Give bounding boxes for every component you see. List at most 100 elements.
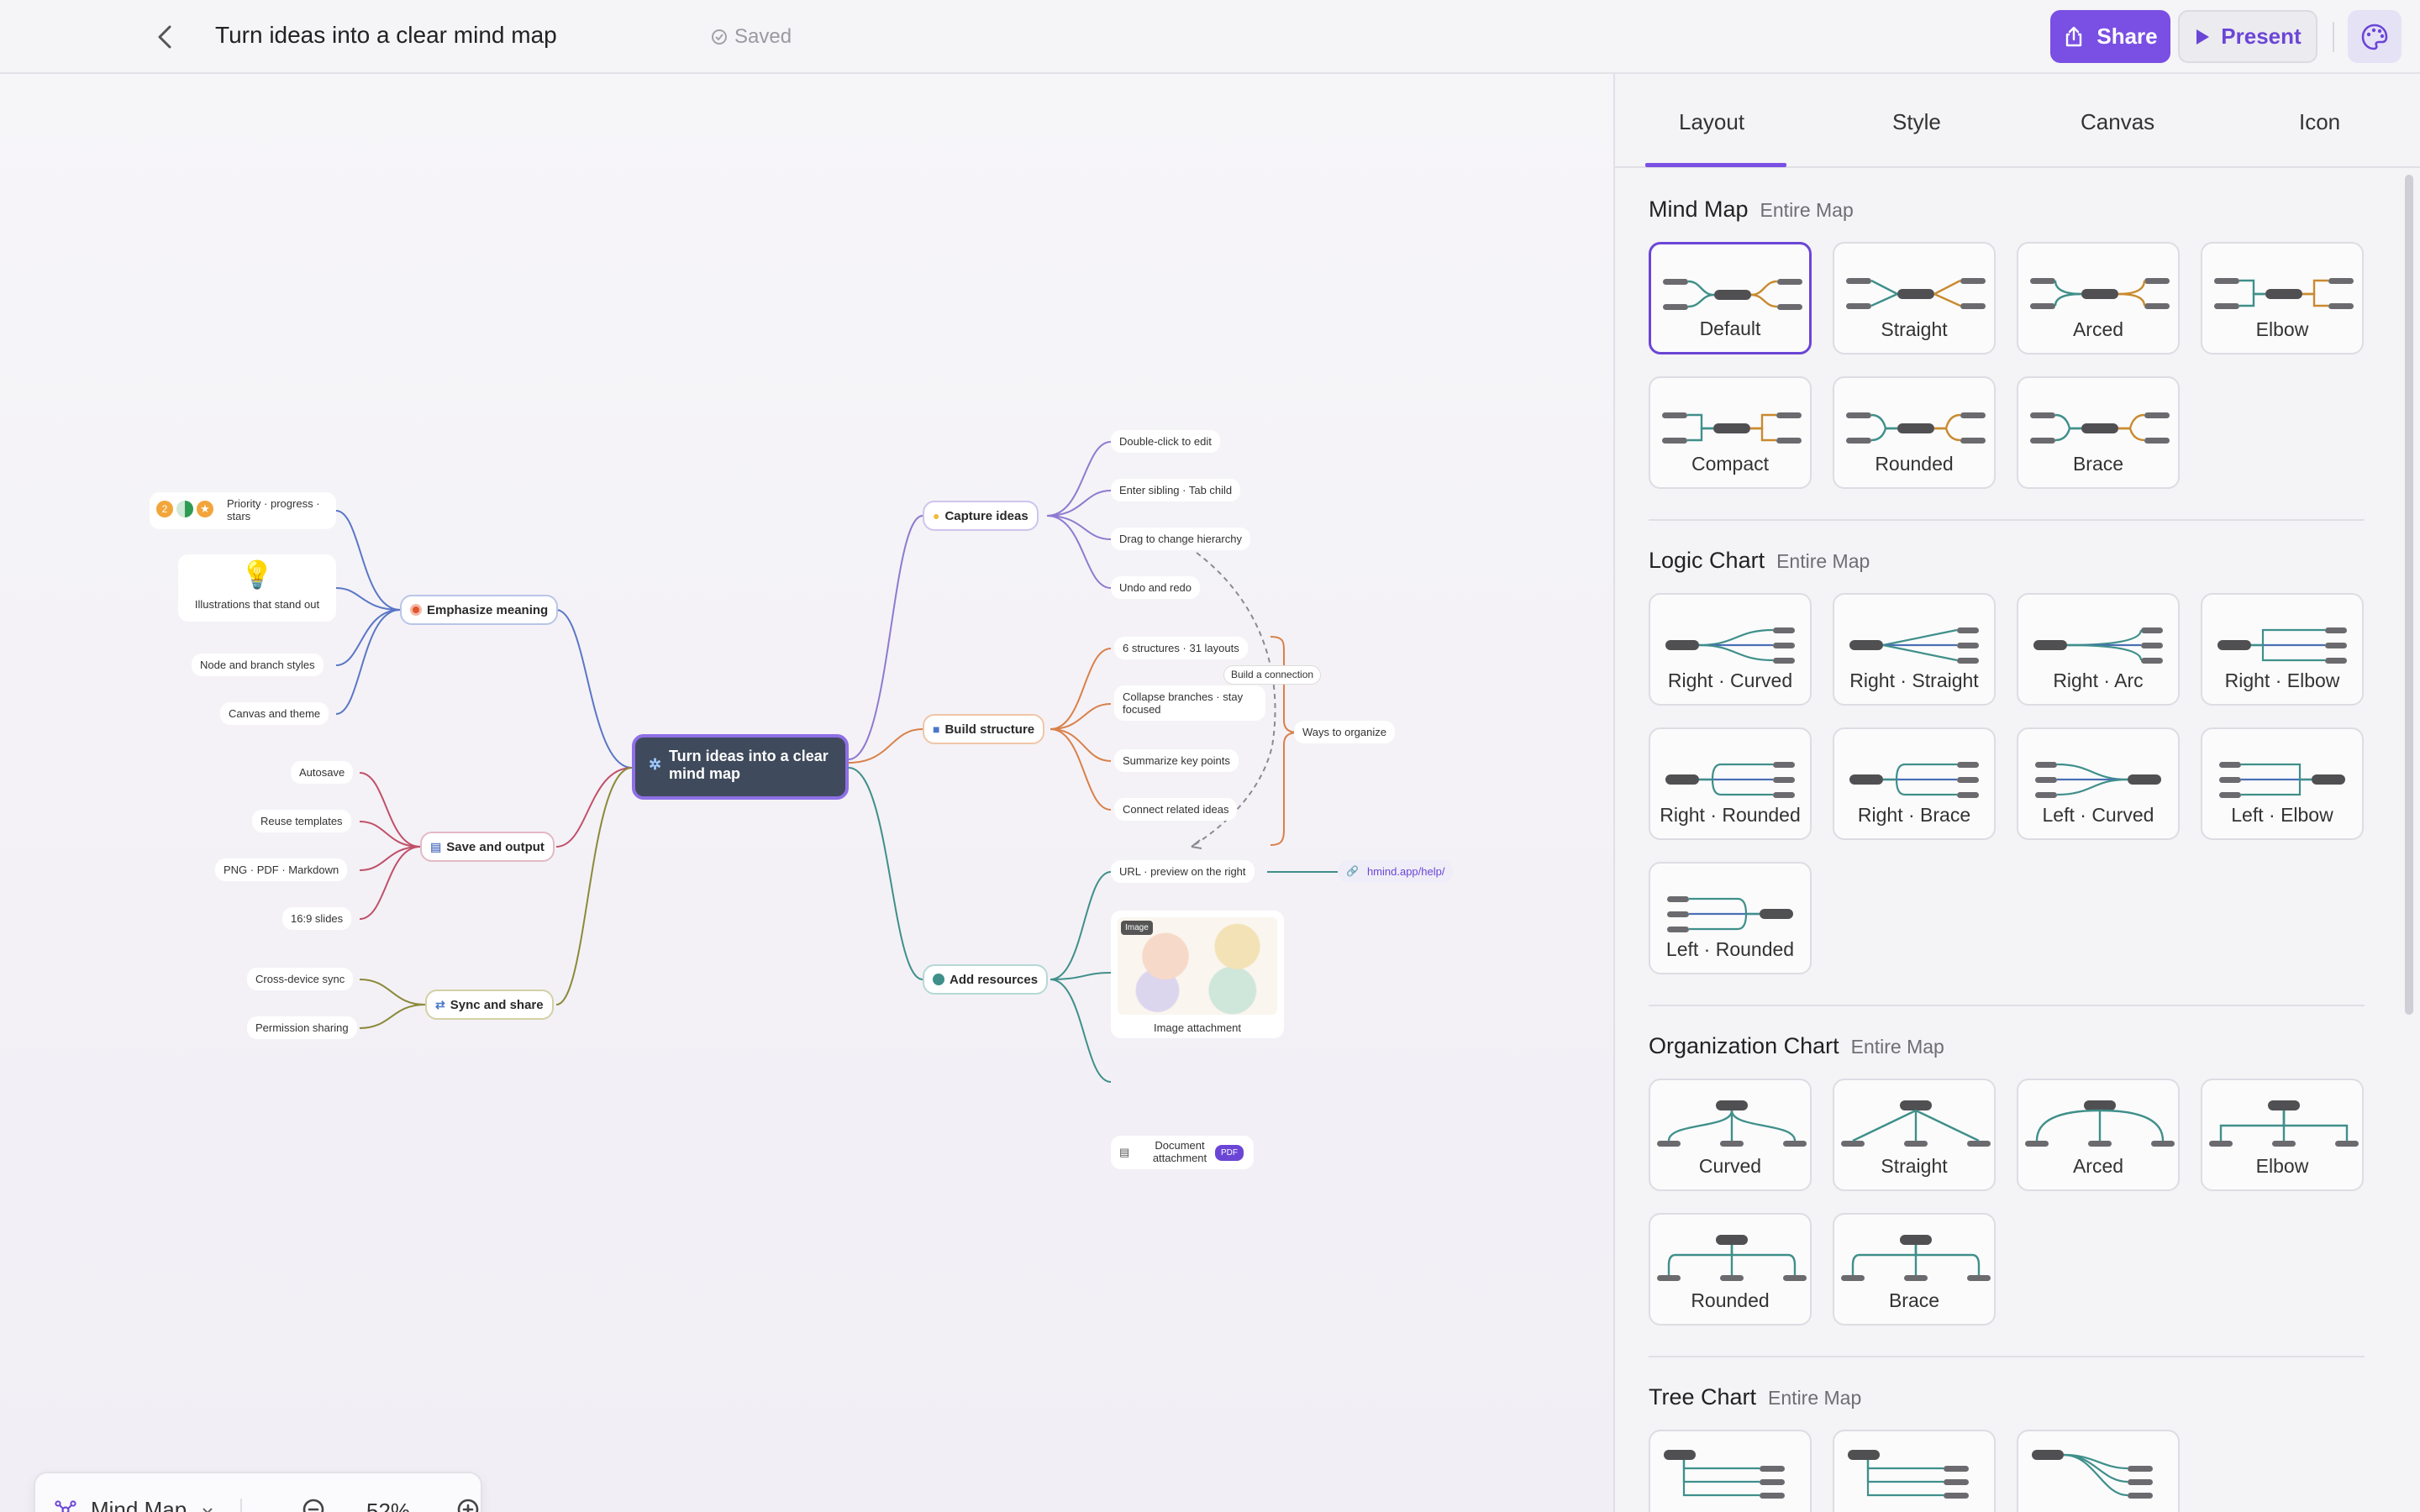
leaf-label: Image attachment [1153,1021,1242,1034]
mind-map-canvas[interactable]: ✲ Turn ideas into a clear mind map Empha… [0,74,1613,1512]
active-tab-indicator [1645,163,1786,167]
topic-sync-and-share[interactable]: ⇄ Sync and share [425,990,554,1020]
lightbulb-icon: 💡 [240,559,274,590]
list-item[interactable]: Node and branch styles [192,654,324,676]
tab-style[interactable]: Style [1892,109,1941,135]
mind-map-layout-card[interactable]: Arced [2017,242,2180,354]
document-title[interactable]: Turn ideas into a clear mind map [215,22,557,49]
list-item[interactable]: Collapse branches · stay focused [1114,685,1265,721]
back-icon[interactable] [150,20,183,54]
list-item[interactable]: URL · preview on the right [1111,860,1255,883]
logic-chart-layout-card[interactable]: Left · Rounded [1649,862,1812,974]
topic-capture-ideas[interactable]: ● Capture ideas [923,501,1039,531]
layout-preview-icon [2219,762,2345,798]
tree-chart-layout-card[interactable] [2017,1430,2180,1512]
layout-label: Right · Brace [1857,804,1971,826]
globe-icon [933,974,944,985]
list-item[interactable]: Summarize key points [1114,749,1239,772]
list-item[interactable]: 16:9 slides [282,907,352,930]
section-title: Tree Chart [1649,1384,1757,1410]
tree-chart-layout-card[interactable] [1833,1430,1996,1512]
topic-emphasize-meaning[interactable]: Emphasize meaning [400,595,559,625]
org-chart-layout-card[interactable]: Arced [2017,1079,2180,1191]
list-item[interactable]: Drag to change hierarchy [1111,528,1250,550]
list-item[interactable]: Autosave [291,761,354,784]
tab-icon[interactable]: Icon [2299,109,2340,135]
zoom-in-button[interactable] [455,1497,486,1512]
layout-preview-icon [1846,412,1986,444]
list-item[interactable]: 6 structures · 31 layouts [1114,637,1248,659]
list-item[interactable]: Reuse templates [252,810,351,832]
section-divider [1649,519,2365,521]
star-icon: ★ [197,501,213,517]
topic-build-structure[interactable]: ■ Build structure [923,714,1045,744]
structure-dropdown[interactable]: Mind Map [54,1497,215,1512]
list-item[interactable]: Cross-device sync [247,968,354,990]
layout-label: Right · Rounded [1660,804,1801,826]
logic-chart-layout-card[interactable]: Right · Straight [1833,593,1996,706]
org-chart-layout-card[interactable]: Curved [1649,1079,1812,1191]
list-item[interactable]: Enter sibling · Tab child [1111,479,1241,501]
layout-label: Compact [1691,453,1770,475]
org-chart-layout-card[interactable]: Brace [1833,1213,1996,1326]
zoom-level[interactable]: 52% [366,1499,410,1512]
mind-map-layout-card[interactable]: Default [1649,242,1812,354]
mind-map-layout-card[interactable]: Compact [1649,376,1812,489]
layout-preview-icon [2035,762,2161,798]
mind-map-layout-card[interactable]: Straight [1833,242,1996,354]
layout-label: Straight [1881,318,1948,340]
url-link[interactable]: 🔗 hmind.app/help/ [1338,860,1454,883]
target-icon [410,604,422,616]
image-attachment[interactable]: Image Image attachment [1111,911,1284,1038]
list-item[interactable]: Canvas and theme [220,702,329,725]
document-attachment[interactable]: ▤ Document attachment PDF [1111,1136,1254,1169]
zoom-out-button[interactable] [301,1497,331,1512]
logic-chart-layout-card[interactable]: Right · Curved [1649,593,1812,706]
list-item[interactable]: Connect related ideas [1114,798,1238,821]
layout-preview-icon [2217,627,2347,664]
layout-label: Arced [2072,318,2124,340]
logic-chart-layout-card[interactable]: Left · Elbow [2201,727,2364,840]
logic-chart-layout-card[interactable]: Right · Brace [1833,727,1996,840]
topic-save-and-output[interactable]: ▤ Save and output [420,832,555,862]
list-item[interactable]: Permission sharing [247,1016,357,1039]
list-item[interactable]: 💡 Illustrations that stand out [178,554,336,622]
format-panel: Layout Style Canvas Icon Mind Map Entire … [1613,74,2420,1512]
panel-scrollbar[interactable] [2405,175,2413,1015]
mind-map-layout-card[interactable]: Elbow [2201,242,2364,354]
org-chart-layout-card[interactable]: Elbow [2201,1079,2364,1191]
present-button[interactable]: Present [2178,10,2317,63]
palette-button[interactable] [2348,10,2402,63]
list-item[interactable]: Undo and redo [1111,576,1201,599]
logic-chart-layout-card[interactable]: Left · Curved [2017,727,2180,840]
mind-map-icon [55,1499,76,1512]
org-chart-layout-card[interactable]: Rounded [1649,1213,1812,1326]
toolbar-divider [240,1499,242,1512]
logic-chart-layout-card[interactable]: Right · Elbow [2201,593,2364,706]
list-item[interactable]: 2 ★ Priority · progress · stars [150,492,336,529]
tab-canvas[interactable]: Canvas [2081,109,2154,135]
mind-map-layout-card[interactable]: Brace [2017,376,2180,489]
zoom-out-icon [302,1499,324,1512]
share-button[interactable]: Share [2050,10,2170,63]
tab-layout[interactable]: Layout [1679,109,1744,135]
connection-label[interactable]: Build a connection [1223,665,1322,685]
list-item[interactable]: Double-click to edit [1111,430,1220,453]
layout-preview-icon [1667,896,1793,932]
section-scope: Entire Map [1768,1387,1862,1409]
mind-map-layout-card[interactable]: Rounded [1833,376,1996,489]
layout-preview-icon [1657,1100,1807,1147]
topic-add-resources[interactable]: Add resources [923,964,1049,995]
layout-label: Straight [1881,1155,1948,1177]
list-item[interactable]: PNG · PDF · Markdown [215,858,348,881]
central-topic[interactable]: ✲ Turn ideas into a clear mind map [632,734,849,800]
section-tree-chart: Tree Chart Entire Map [1649,1384,1861,1410]
progress-icon [176,501,193,517]
summary-label[interactable]: Ways to organize [1294,721,1395,743]
tree-chart-layout-card[interactable] [1649,1430,1812,1512]
section-title: Organization Chart [1649,1033,1839,1058]
logic-chart-layout-card[interactable]: Right · Rounded [1649,727,1812,840]
image-tag: Image [1121,921,1153,935]
logic-chart-layout-card[interactable]: Right · Arc [2017,593,2180,706]
org-chart-layout-card[interactable]: Straight [1833,1079,1996,1191]
